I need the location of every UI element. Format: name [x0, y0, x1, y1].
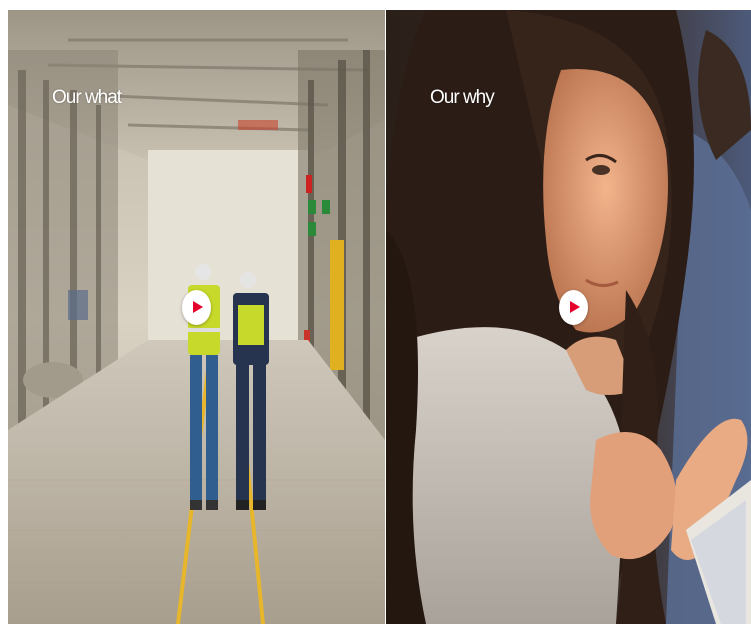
video-tiles-section: Our what Our why — [0, 0, 751, 628]
video-tile-our-why[interactable]: Our why — [386, 10, 751, 624]
panel-title-our-why: Our why — [430, 87, 495, 108]
play-icon — [570, 301, 580, 313]
panel-title-our-what: Our what — [52, 87, 122, 108]
play-video-button-our-why[interactable] — [559, 290, 588, 325]
video-tile-our-what[interactable]: Our what — [8, 10, 385, 624]
play-icon — [193, 301, 203, 313]
play-video-button-our-what[interactable] — [182, 290, 211, 325]
